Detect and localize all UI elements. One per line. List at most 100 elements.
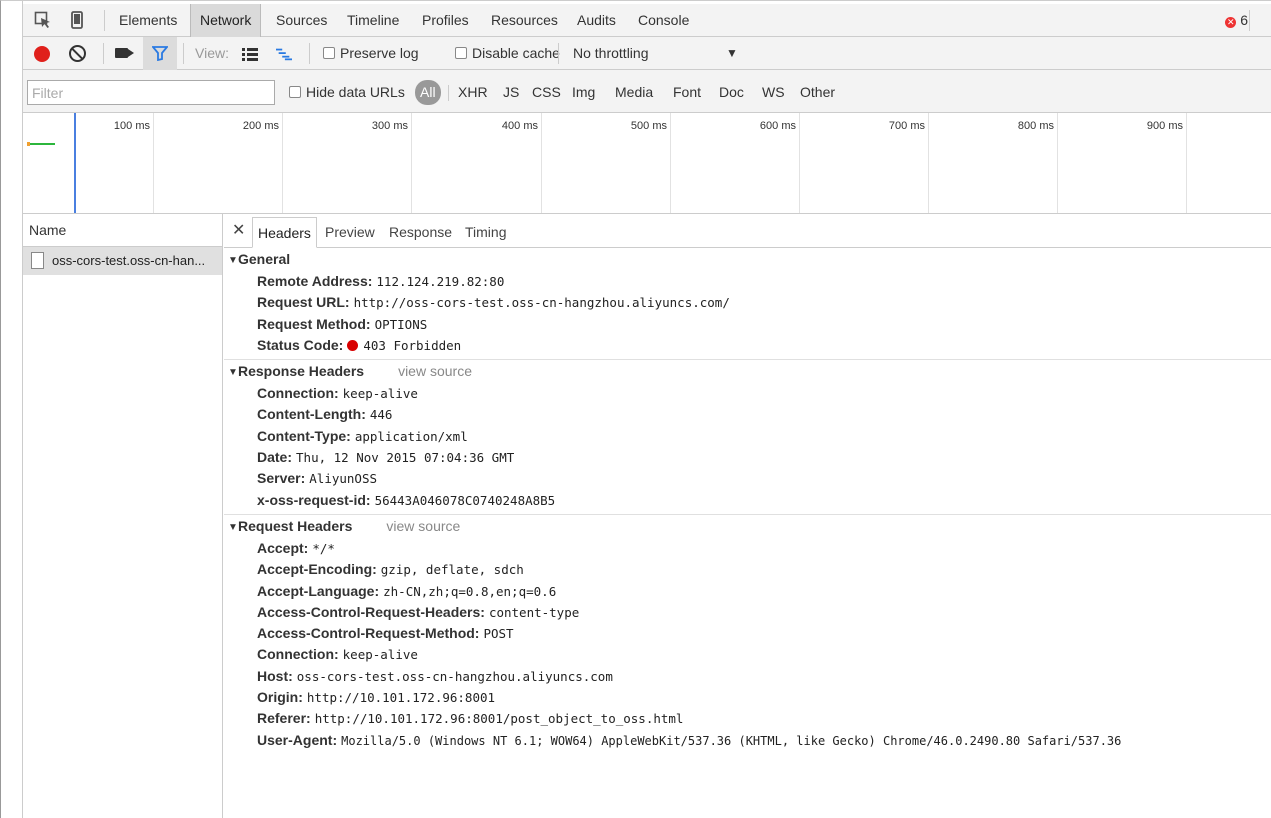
filter-type-css[interactable]: CSS: [532, 80, 561, 105]
header-key: Referer:: [257, 710, 311, 727]
tab-headers[interactable]: Headers: [252, 217, 317, 248]
header-row: x-oss-request-id: 56443A046078C0740248A8B…: [224, 490, 1271, 511]
tab-profiles[interactable]: Profiles: [413, 4, 478, 37]
timeline-gridline: [411, 113, 412, 213]
section-title: Response Headers: [238, 363, 365, 380]
hide-data-urls-checkbox[interactable]: Hide data URLs: [289, 80, 405, 105]
filter-type-media[interactable]: Media: [615, 80, 653, 105]
header-key: Accept-Language:: [257, 582, 380, 599]
response-headers-section-header[interactable]: ▼Response Headers view source: [224, 360, 1271, 383]
header-value: 403 Forbidden: [363, 337, 462, 353]
timeline-tick-label: 900 ms: [1146, 120, 1183, 132]
tab-sources[interactable]: Sources: [267, 4, 336, 37]
dropdown-arrow-icon[interactable]: ▼: [726, 37, 738, 70]
more-options-icon[interactable]: ⋮: [1267, 12, 1271, 28]
view-source-link[interactable]: view source: [386, 518, 460, 534]
header-key: Accept-Encoding:: [257, 561, 377, 578]
view-source-link[interactable]: view source: [398, 363, 472, 379]
timeline-gridline: [1057, 113, 1058, 213]
header-key: Accept:: [257, 539, 309, 556]
device-mode-icon[interactable]: [67, 11, 87, 31]
header-key: x-oss-request-id:: [257, 491, 371, 508]
timeline-gridline: [799, 113, 800, 213]
separator: [558, 43, 559, 64]
header-key: Connection:: [257, 646, 339, 663]
error-counter[interactable]: ✕ 6: [1225, 12, 1248, 28]
timeline-gridline: [541, 113, 542, 213]
disable-cache-checkbox[interactable]: Disable cache: [455, 37, 560, 70]
tab-response[interactable]: Response: [384, 217, 457, 248]
header-value: 56443A046078C0740248A8B5: [374, 492, 556, 508]
filter-type-other[interactable]: Other: [800, 80, 835, 105]
checkbox-box: [289, 86, 301, 98]
close-icon[interactable]: ✕: [232, 220, 245, 240]
header-value: 446: [369, 407, 393, 423]
tab-elements[interactable]: Elements: [110, 4, 186, 37]
timeline-domcontentloaded-marker: [74, 113, 76, 213]
request-headers-section-header[interactable]: ▼Request Headers view source: [224, 515, 1271, 538]
preserve-log-checkbox[interactable]: Preserve log: [323, 37, 419, 70]
preserve-log-label: Preserve log: [340, 45, 419, 61]
header-row: Request URL: http://oss-cors-test.oss-cn-…: [224, 292, 1271, 313]
request-name: oss-cors-test.oss-cn-han...: [52, 253, 206, 268]
filter-type-xhr[interactable]: XHR: [458, 80, 488, 105]
header-key: Request URL:: [257, 294, 350, 311]
tab-network[interactable]: Network: [190, 4, 262, 37]
error-icon: ✕: [1225, 17, 1237, 28]
header-value: Thu, 12 Nov 2015 07:04:36 GMT: [296, 450, 515, 466]
timeline-request-bar: [27, 143, 55, 145]
header-row: Accept-Encoding: gzip, deflate, sdch: [224, 559, 1271, 580]
timeline-tick-label: 600 ms: [759, 120, 796, 132]
filter-type-ws[interactable]: WS: [762, 80, 785, 105]
timeline-gridline: [153, 113, 154, 213]
header-row: Date: Thu, 12 Nov 2015 07:04:36 GMT: [224, 447, 1271, 468]
header-row: Host: oss-cors-test.oss-cn-hangzhou.aliyu…: [224, 666, 1271, 687]
header-key: Status Code:: [257, 336, 344, 353]
tab-console[interactable]: Console: [629, 4, 698, 37]
header-row: Origin: http://10.101.172.96:8001: [224, 687, 1271, 708]
large-rows-icon[interactable]: [242, 47, 258, 61]
name-column-header[interactable]: Name: [23, 214, 222, 247]
general-section-header[interactable]: ▼General: [224, 248, 1271, 271]
tab-timeline[interactable]: Timeline: [338, 4, 408, 37]
filter-type-img[interactable]: Img: [572, 80, 595, 105]
separator: [104, 10, 105, 31]
tab-resources[interactable]: Resources: [482, 4, 567, 37]
header-value: */*: [312, 540, 335, 556]
network-toolbar: View: Preserve log Disable cache No thro…: [23, 37, 1271, 70]
header-row: Referer: http://10.101.172.96:8001/post_o…: [224, 708, 1271, 729]
filter-input[interactable]: [27, 80, 275, 105]
filter-bar: Hide data URLs All XHR JS CSS Img Media …: [23, 70, 1271, 113]
filter-type-font[interactable]: Font: [673, 80, 701, 105]
timeline-overview[interactable]: 100 ms 200 ms 300 ms 400 ms 500 ms 600 m…: [23, 113, 1271, 214]
header-value: application/xml: [354, 428, 468, 444]
timeline-request-start: [27, 142, 30, 146]
header-row: Status Code: 403 Forbidden: [224, 335, 1271, 356]
filter-toggle-button[interactable]: [143, 37, 177, 70]
clear-icon[interactable]: [69, 45, 86, 62]
funnel-icon: [152, 46, 168, 61]
capture-screenshots-icon[interactable]: [115, 48, 128, 58]
devtools: Elements Network Sources Timeline Profil…: [23, 4, 1271, 818]
header-key: Content-Length:: [257, 406, 366, 423]
request-row[interactable]: oss-cors-test.oss-cn-han...: [23, 247, 222, 275]
header-row: Remote Address: 112.124.219.82:80: [224, 271, 1271, 292]
inspect-element-icon[interactable]: [33, 11, 53, 31]
overview-icon[interactable]: [276, 47, 292, 61]
filter-type-all[interactable]: All: [415, 80, 441, 105]
error-count: 6: [1240, 12, 1248, 28]
file-icon: [31, 252, 44, 269]
header-row: Accept: */*: [224, 538, 1271, 559]
filter-type-js[interactable]: JS: [503, 80, 519, 105]
tab-timing[interactable]: Timing: [460, 217, 512, 248]
header-key: Origin:: [257, 689, 303, 706]
record-icon[interactable]: [34, 46, 50, 62]
tab-preview[interactable]: Preview: [320, 217, 380, 248]
timeline-gridline: [282, 113, 283, 213]
throttling-select[interactable]: No throttling: [573, 37, 648, 70]
timeline-gridline: [670, 113, 671, 213]
expand-triangle-icon: ▼: [228, 521, 238, 533]
tab-audits[interactable]: Audits: [568, 4, 625, 37]
header-value: zh-CN,zh;q=0.8,en;q=0.6: [383, 583, 557, 599]
filter-type-doc[interactable]: Doc: [719, 80, 744, 105]
